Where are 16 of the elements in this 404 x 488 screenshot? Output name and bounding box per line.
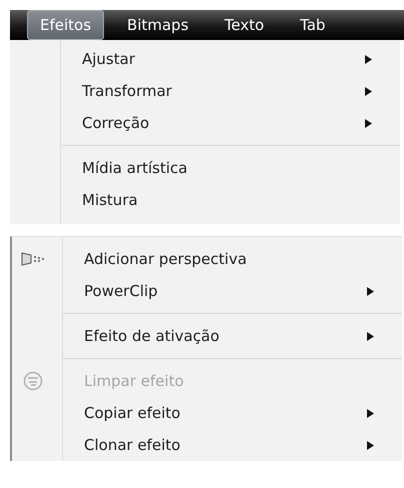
menu-item[interactable]: PowerClip: [84, 282, 367, 300]
menu-item[interactable]: Mistura: [82, 191, 400, 209]
menu-item[interactable]: Adicionar perspectiva: [84, 250, 402, 268]
menu-item[interactable]: Transformar: [82, 82, 365, 100]
menu-bar-item[interactable]: Texto: [212, 10, 278, 40]
perspective-icon: [21, 251, 47, 267]
menu-bar-item[interactable]: Tab: [287, 10, 338, 40]
menu-item[interactable]: Clonar efeito: [84, 436, 367, 454]
clear-effect-icon: [23, 371, 43, 391]
menu-item[interactable]: Efeito de ativação: [84, 327, 367, 345]
menu-item[interactable]: Mídia artística: [82, 159, 400, 177]
menu-item[interactable]: Correção: [82, 114, 365, 132]
menu-bar-item[interactable]: Efeitos: [27, 10, 104, 40]
menu-item[interactable]: Ajustar: [82, 50, 365, 68]
menu-bar-item[interactable]: Bitmaps: [114, 10, 202, 40]
menu-item[interactable]: Copiar efeito: [84, 404, 367, 422]
